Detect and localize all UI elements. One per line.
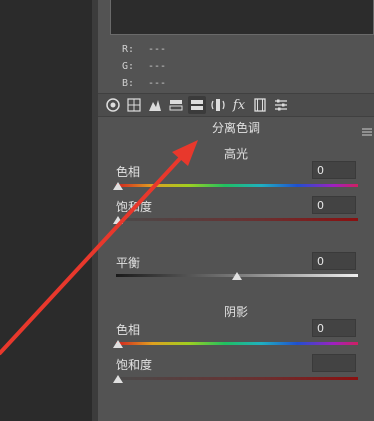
b-value: --- — [148, 78, 167, 89]
curve-icon[interactable] — [146, 96, 164, 114]
highlights-saturation-slider[interactable] — [116, 218, 358, 221]
film-icon[interactable] — [251, 96, 269, 114]
shadows-hue-slider[interactable] — [116, 342, 358, 345]
r-value: --- — [148, 44, 167, 55]
split-tone-icon[interactable] — [188, 96, 206, 114]
hsl-icon[interactable] — [167, 96, 185, 114]
shadows-saturation-label: 饱和度 — [116, 358, 153, 372]
highlights-hue-label: 色相 — [116, 165, 141, 179]
r-label: R: — [122, 44, 135, 55]
highlights-saturation-label: 饱和度 — [116, 200, 153, 214]
left-dark-area — [0, 0, 92, 421]
highlights-saturation-input[interactable]: 0 — [312, 196, 356, 214]
shadows-saturation-input[interactable] — [312, 354, 356, 372]
highlights-title: 高光 — [223, 147, 248, 161]
g-value: --- — [148, 61, 167, 72]
fx-icon[interactable]: fx — [230, 96, 248, 114]
grid-icon[interactable] — [125, 96, 143, 114]
split-toning-panel: R: --- G: --- B: --- fx 分离色调 高光 色相 0 饱和度… — [98, 0, 374, 421]
highlights-saturation-thumb[interactable] — [113, 216, 123, 224]
shadows-hue-label: 色相 — [116, 323, 141, 337]
shadows-saturation-thumb[interactable] — [113, 375, 123, 383]
lens-icon[interactable] — [209, 96, 227, 114]
balance-thumb[interactable] — [232, 272, 242, 280]
fx-label: fx — [232, 97, 246, 113]
highlights-hue-slider[interactable] — [116, 184, 358, 187]
rgb-readout: R: --- G: --- B: --- — [122, 41, 166, 92]
panel-tab-toolbar: fx — [98, 93, 374, 117]
histogram-area — [110, 0, 374, 35]
shadows-title: 阴影 — [223, 305, 248, 319]
highlights-hue-input[interactable]: 0 — [312, 161, 356, 179]
shadows-hue-thumb[interactable] — [113, 340, 123, 348]
panel-menu-icon[interactable] — [362, 122, 372, 136]
highlights-hue-thumb[interactable] — [113, 182, 123, 190]
balance-label: 平衡 — [116, 256, 141, 270]
shadows-saturation-slider[interactable] — [116, 377, 358, 380]
shadows-hue-input[interactable]: 0 — [312, 319, 356, 337]
g-label: G: — [122, 61, 135, 72]
aperture-icon[interactable] — [104, 96, 122, 114]
balance-input[interactable]: 0 — [312, 252, 356, 270]
panel-title: 分离色调 — [211, 121, 260, 135]
b-label: B: — [122, 78, 135, 89]
presets-icon[interactable] — [272, 96, 290, 114]
